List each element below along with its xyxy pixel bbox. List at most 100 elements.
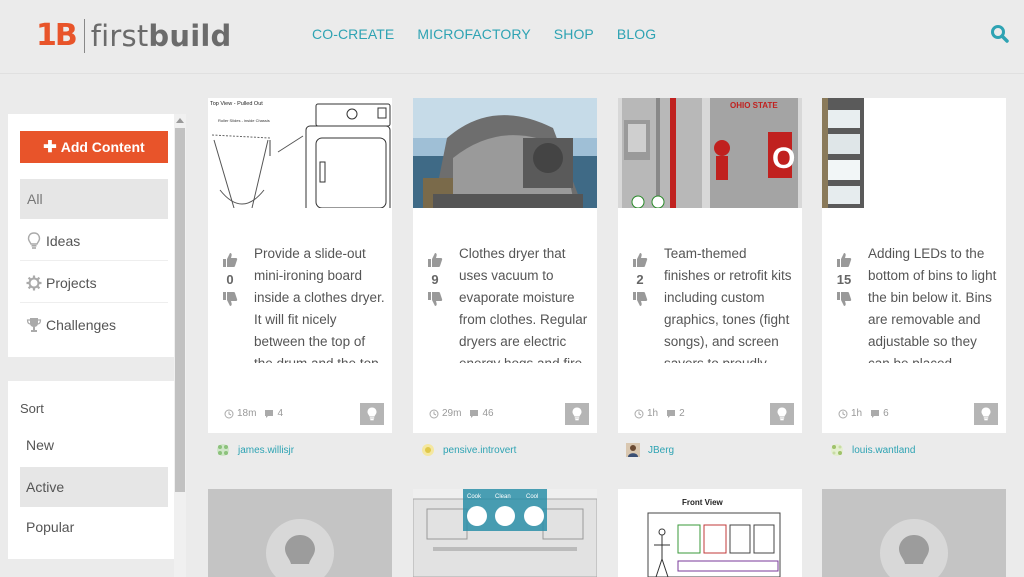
idea-card-placeholder-image[interactable]: [208, 489, 392, 577]
vote-count: 0: [226, 272, 234, 287]
card-comments: 6: [883, 408, 889, 419]
scroll-up-arrow-icon[interactable]: [176, 118, 184, 123]
clock-icon: [634, 409, 644, 418]
logo-word-build: build: [148, 19, 232, 53]
filter-ideas-label: Ideas: [46, 232, 81, 249]
thumbs-down-icon[interactable]: [836, 291, 852, 307]
vote-widget: 9: [427, 252, 443, 307]
card-comments: 46: [482, 408, 494, 419]
card-description: Provide a slide-out mini-ironing board i…: [254, 246, 385, 363]
thumbs-up-icon[interactable]: [632, 252, 648, 268]
thumbs-up-icon[interactable]: [427, 252, 443, 268]
thumbs-up-icon[interactable]: [222, 252, 238, 268]
idea-card-placeholder-image[interactable]: [822, 489, 1006, 577]
gear-icon: [26, 275, 42, 290]
author-name: pensive.introvert: [443, 444, 517, 456]
vote-count: 15: [836, 272, 852, 287]
filter-all-label: All: [27, 191, 43, 207]
nav-co-create[interactable]: CO-CREATE: [312, 26, 394, 42]
idea-card[interactable]: Top View - Pulled Out Roller Slides - in…: [208, 98, 392, 433]
author-name: JBerg: [648, 444, 675, 456]
panel-button-cool: Cool: [526, 494, 538, 500]
card-author[interactable]: louis.wantland: [830, 443, 915, 457]
comment-icon: [265, 409, 274, 418]
card-image: OHIO STATE O: [618, 98, 802, 208]
lightbulb-icon: [27, 231, 41, 249]
card-comments: 2: [679, 408, 685, 419]
idea-badge: [565, 403, 589, 425]
idea-card[interactable]: 15 Adding LEDs to the bottom of bins to …: [822, 98, 1006, 433]
card-meta: 1h 6: [838, 408, 889, 419]
filter-ideas[interactable]: Ideas: [20, 221, 168, 261]
card-meta: 1h 2: [634, 408, 685, 419]
author-name: james.willisjr: [238, 444, 295, 456]
sort-active[interactable]: Active: [20, 467, 168, 507]
clock-icon: [838, 409, 848, 418]
lightbulb-icon: [285, 535, 315, 564]
sort-popular-label: Popular: [26, 519, 75, 535]
add-content-label: Add Content: [60, 139, 145, 155]
filter-projects-label: Projects: [46, 274, 97, 291]
idea-card[interactable]: 9 Clothes dryer that uses vacuum to evap…: [413, 98, 597, 433]
clock-icon: [224, 409, 234, 418]
sidebar-scrollbar[interactable]: [174, 114, 186, 577]
vote-count: 9: [431, 272, 439, 287]
avatar: [831, 444, 843, 456]
idea-card-image[interactable]: Front View: [618, 489, 802, 577]
card-image: [822, 98, 1006, 208]
idea-card-image[interactable]: Cook Clean Cool: [413, 489, 597, 577]
add-content-button[interactable]: ✚ Add Content: [20, 131, 168, 163]
nav-microfactory[interactable]: MICROFACTORY: [417, 26, 530, 42]
card-meta: 29m 46: [429, 408, 494, 419]
card-image: Top View - Pulled Out Roller Slides - in…: [208, 98, 392, 208]
card-time: 18m: [237, 408, 257, 419]
thumbs-up-icon[interactable]: [836, 252, 852, 268]
logo-wordmark: firstbuild: [91, 18, 232, 54]
sort-new[interactable]: New: [20, 425, 168, 465]
filter-panel: ✚ Add Content All Ideas Projects Challen…: [8, 114, 174, 357]
panel-button-clean: Clean: [495, 494, 511, 500]
idea-card[interactable]: OHIO STATE O 2 Team-themed finishes or r…: [618, 98, 802, 433]
trophy-icon: [26, 318, 42, 332]
filter-all[interactable]: All: [20, 179, 168, 219]
top-header: 1B firstbuild CO-CREATE MICROFACTORY SHO…: [0, 0, 1024, 74]
sort-panel: Sort New Active Popular: [8, 381, 174, 559]
filter-challenges[interactable]: Challenges: [20, 305, 168, 345]
logo-word-first: first: [90, 19, 149, 53]
card-description: Team-themed finishes or retrofit kits in…: [664, 246, 792, 363]
panel-button-cook: Cook: [467, 494, 482, 500]
idea-badge: [360, 403, 384, 425]
author-name: louis.wantland: [852, 444, 916, 456]
lightbulb-icon: [572, 407, 582, 421]
firstbuild-logo[interactable]: 1B firstbuild: [36, 18, 231, 54]
avatar: [217, 444, 229, 456]
nav-blog[interactable]: BLOG: [617, 26, 656, 42]
card-author[interactable]: pensive.introvert: [421, 443, 516, 457]
filter-projects[interactable]: Projects: [20, 263, 168, 303]
lightbulb-icon: [899, 535, 929, 564]
lightbulb-icon: [777, 407, 787, 421]
avatar: [626, 443, 640, 457]
lightbulb-icon: [367, 407, 377, 421]
thumbs-down-icon[interactable]: [632, 291, 648, 307]
thumbs-down-icon[interactable]: [427, 291, 443, 307]
card-author[interactable]: JBerg: [626, 443, 674, 457]
card-time: 1h: [647, 408, 659, 419]
card-meta: 18m 4: [224, 408, 283, 419]
card-description: Adding LEDs to the bottom of bins to lig…: [868, 246, 997, 363]
sort-popular[interactable]: Popular: [20, 507, 168, 547]
nav-shop[interactable]: SHOP: [554, 26, 594, 42]
sort-active-label: Active: [26, 479, 65, 495]
svg-text:O: O: [772, 142, 795, 175]
card-time: 1h: [851, 408, 863, 419]
scrollbar-thumb[interactable]: [175, 128, 185, 492]
image-text: OHIO STATE: [730, 101, 778, 110]
sort-title: Sort: [20, 401, 44, 416]
vote-widget: 0: [222, 252, 238, 307]
thumbs-down-icon[interactable]: [222, 291, 238, 307]
sort-new-label: New: [26, 437, 55, 453]
idea-badge: [974, 403, 998, 425]
card-author[interactable]: james.willisjr: [216, 443, 294, 457]
search-icon[interactable]: [990, 24, 1010, 44]
avatar: [422, 444, 434, 456]
